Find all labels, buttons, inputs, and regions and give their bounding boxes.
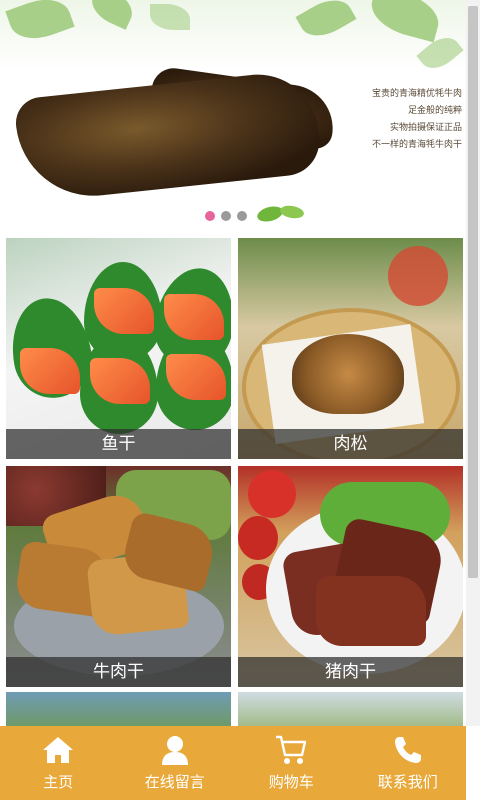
leaf-decoration [5, 0, 75, 48]
user-icon [158, 734, 192, 766]
nav-item-message[interactable]: 在线留言 [117, 726, 234, 800]
home-icon [41, 734, 75, 766]
product-label: 牛肉干 [6, 657, 231, 687]
banner-carousel[interactable]: 宝贵的青海精优牦牛肉 足金般的纯粹 实物拍摄保证正品 不一样的青海牦牛肉干 [0, 0, 466, 236]
product-image [316, 576, 426, 646]
banner-caption-line: 足金般的纯粹 [407, 106, 462, 116]
leaf-decoration [295, 0, 357, 45]
banner-caption-line: 宝贵的青海精优牦牛肉 [371, 89, 462, 99]
scrollbar[interactable] [466, 0, 480, 726]
jerky-image [13, 68, 323, 204]
banner-caption-line: 实物拍摄保证正品 [389, 123, 462, 133]
leaf-decoration [85, 0, 139, 30]
product-tile[interactable]: 牛肉干 [6, 466, 231, 687]
nav-item-label: 在线留言 [144, 773, 205, 791]
bottom-nav: 主页 在线留言 购物车 联系我们 [0, 726, 466, 800]
product-image [388, 246, 448, 306]
nav-item-home[interactable]: 主页 [0, 726, 117, 800]
product-image [292, 334, 404, 414]
carousel-dot[interactable] [221, 211, 231, 221]
product-label: 鱼干 [6, 429, 231, 459]
carousel-dot[interactable] [237, 211, 247, 221]
nav-item-label: 联系我们 [377, 773, 438, 791]
product-tile[interactable]: 鱼干 [6, 238, 231, 459]
nav-item-label: 购物车 [268, 773, 314, 791]
banner-caption-line: 不一样的青海牦牛肉干 [371, 140, 462, 150]
scrollbar-thumb[interactable] [468, 6, 478, 578]
nav-item-label: 主页 [43, 773, 74, 791]
product-tile[interactable]: 肉松 [238, 238, 463, 459]
carousel-dot[interactable] [205, 211, 215, 221]
carousel-indicators [205, 211, 247, 221]
leaf-icon [257, 205, 304, 222]
leaf-decoration [366, 0, 444, 43]
product-tile[interactable]: 猪肉干 [238, 466, 463, 687]
product-image [248, 470, 296, 518]
banner-caption: 宝贵的青海精优牦牛肉 足金般的纯粹 实物拍摄保证正品 不一样的青海牦牛肉干 [326, 86, 462, 154]
phone-icon [391, 734, 425, 766]
nav-item-cart[interactable]: 购物车 [233, 726, 350, 800]
cart-icon [274, 734, 308, 766]
product-label: 猪肉干 [238, 657, 463, 687]
leaf-decoration [150, 4, 190, 30]
product-image [238, 516, 278, 560]
product-label: 肉松 [238, 429, 463, 459]
nav-item-contact[interactable]: 联系我们 [350, 726, 467, 800]
